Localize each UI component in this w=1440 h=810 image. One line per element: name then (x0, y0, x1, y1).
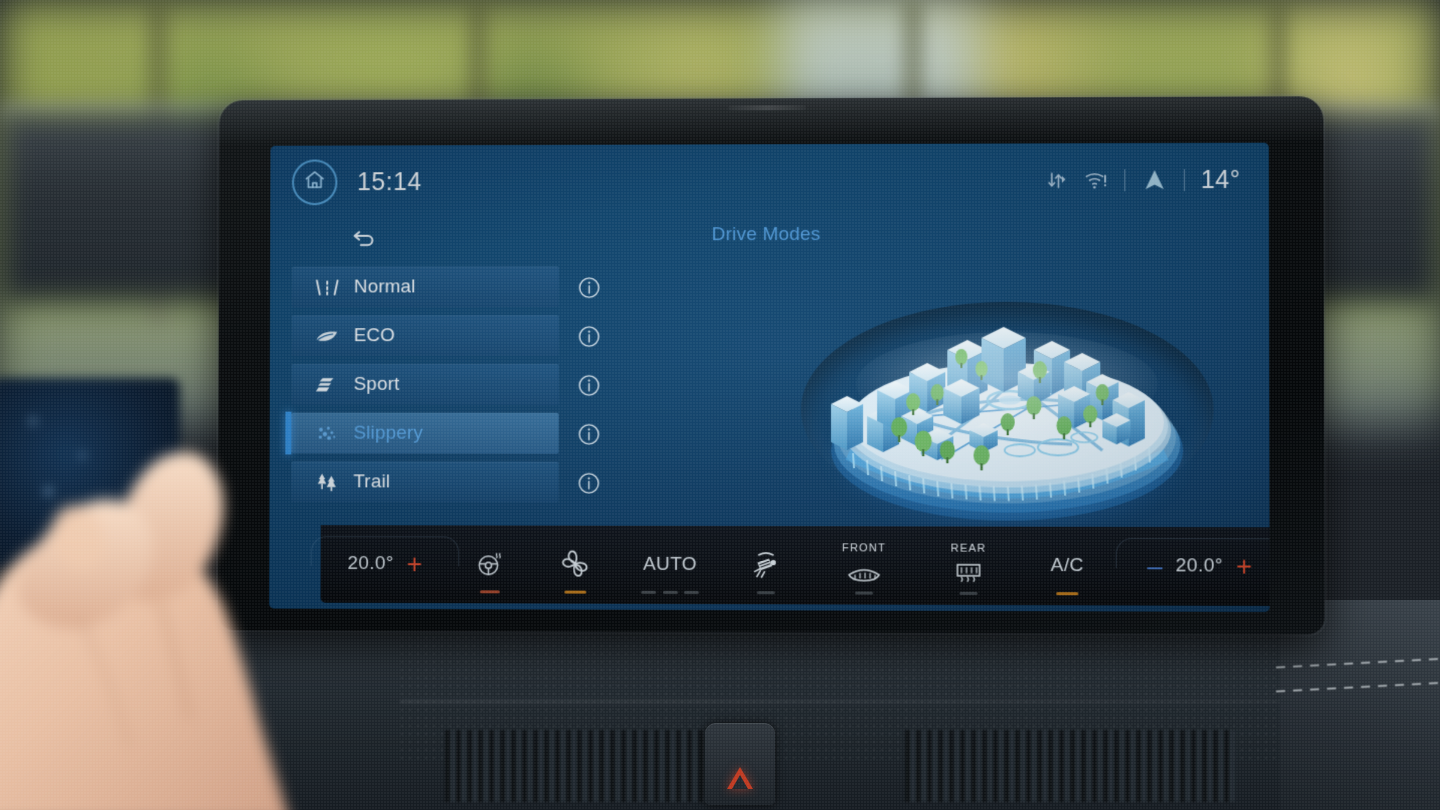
status-bar: 15:14 14° (270, 143, 1269, 219)
front-defrost-indicator (855, 591, 874, 595)
airflow-direction-button[interactable] (720, 526, 812, 604)
heated-steering-indicator (479, 590, 500, 594)
hazard-triangle-icon (727, 767, 753, 789)
info-button-trail[interactable] (576, 471, 600, 495)
leaf-icon (313, 325, 341, 347)
drive-mode-trail[interactable]: Trail (291, 461, 559, 503)
drive-mode-sport[interactable]: Sport (291, 364, 559, 405)
auto-label: AUTO (643, 553, 697, 575)
hazard-light-button[interactable] (705, 723, 775, 805)
clock: 15:14 (357, 167, 422, 196)
air-vent-right (905, 730, 1235, 802)
drive-mode-slippery[interactable]: Slippery (291, 412, 559, 454)
rear-defrost-indicator (959, 591, 978, 595)
front-defrost-label: FRONT (842, 541, 887, 554)
pine-trees-icon (313, 471, 341, 493)
info-button-eco[interactable] (577, 324, 601, 348)
passenger-temperature-control[interactable]: – 20.0° + (1114, 527, 1270, 606)
infotainment-screen[interactable]: 15:14 14° Drive Modes Normal ECO Sport S… (269, 142, 1270, 613)
navigation-arrow-icon (1141, 167, 1167, 193)
fan-icon (559, 549, 591, 581)
road-lanes-icon (313, 276, 341, 298)
city-diorama-3d (771, 253, 1244, 555)
home-button[interactable] (291, 159, 338, 206)
front-defrost-button[interactable]: FRONT (812, 526, 916, 605)
ac-indicator (1056, 592, 1079, 596)
airflow-indicator (756, 591, 775, 595)
ac-label: A/C (1050, 554, 1084, 577)
climate-control-bar: 20.0° + AUTO FRONT REAR A/C – 20.0° + (310, 525, 1270, 607)
rear-defrost-icon (949, 557, 987, 589)
rear-defrost-button[interactable]: REAR (916, 526, 1021, 605)
status-divider (1123, 169, 1126, 192)
drive-mode-label: ECO (353, 324, 396, 346)
auto-indicator (641, 590, 699, 595)
heated-steering-wheel-icon (475, 548, 505, 580)
drive-mode-label: Trail (353, 470, 391, 492)
drive-mode-list: Normal ECO Sport Slippery Trail (291, 266, 559, 510)
rear-defrost-label: REAR (950, 542, 987, 555)
info-button-normal[interactable] (577, 275, 601, 299)
instrument-cluster (0, 378, 180, 568)
vehicle-interior-scene: 15:14 14° Drive Modes Normal ECO Sport S… (0, 0, 1440, 810)
infotainment-bezel: 15:14 14° Drive Modes Normal ECO Sport S… (217, 96, 1325, 635)
heated-steering-wheel-button[interactable] (449, 525, 531, 603)
fan-indicator (564, 590, 587, 594)
page-title: Drive Modes (711, 223, 821, 246)
bezel-sensor (728, 105, 807, 111)
temp-arc-decoration (310, 536, 460, 567)
sport-s-icon (313, 373, 341, 395)
outside-temperature: 14° (1200, 165, 1241, 194)
temp-arc-decoration (1115, 537, 1270, 569)
drive-mode-label: Normal (353, 275, 416, 297)
ac-button[interactable]: A/C (1021, 527, 1114, 606)
wifi-icon (1084, 169, 1108, 191)
front-defrost-icon (844, 557, 884, 589)
driver-temperature-control[interactable]: 20.0° + (310, 525, 460, 603)
fan-speed-button[interactable] (531, 526, 621, 604)
city-model (771, 326, 1244, 522)
status-icons: 14° (1045, 165, 1241, 195)
bezel-glare (219, 96, 1324, 146)
auto-climate-button[interactable]: AUTO (620, 526, 720, 604)
drive-mode-eco[interactable]: ECO (291, 315, 559, 357)
info-button-slippery[interactable] (577, 422, 601, 446)
home-icon (303, 168, 327, 197)
drive-mode-label: Sport (353, 373, 400, 395)
data-transfer-icon (1045, 169, 1067, 191)
air-vent-left (445, 730, 745, 802)
status-divider (1183, 169, 1185, 192)
airflow-recirculation-icon (749, 549, 783, 581)
info-button-sport[interactable] (577, 373, 601, 397)
snowflake-icon (313, 422, 341, 444)
drive-mode-label: Slippery (353, 422, 424, 444)
drive-mode-normal[interactable]: Normal (291, 266, 559, 308)
